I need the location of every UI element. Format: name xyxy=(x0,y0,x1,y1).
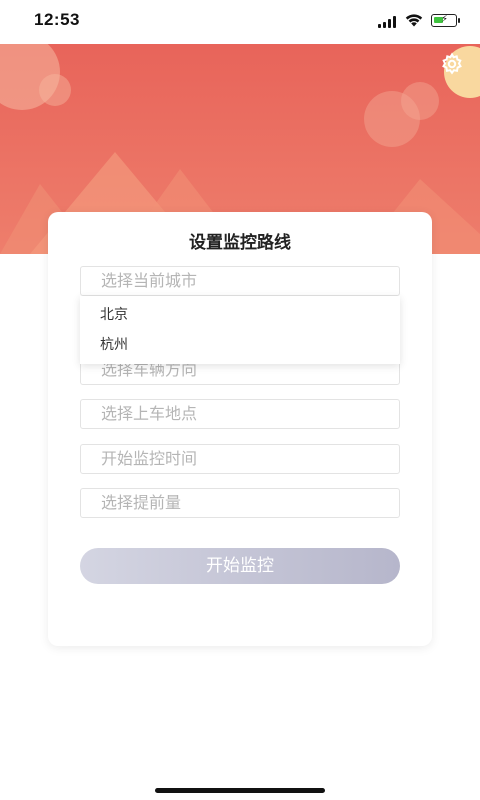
gear-icon[interactable] xyxy=(440,52,464,76)
monitor-time-select[interactable]: 开始监控时间 xyxy=(80,444,400,474)
wifi-icon xyxy=(405,14,423,27)
pickup-location-select[interactable]: 选择上车地点 xyxy=(80,399,400,429)
battery-icon: ⚡ xyxy=(431,14,460,27)
city-select[interactable]: 选择当前城市 xyxy=(80,266,400,296)
cellular-signal-icon xyxy=(378,16,398,28)
city-option-beijing[interactable]: 北京 xyxy=(80,300,400,330)
start-monitor-button[interactable]: 开始监控 xyxy=(80,548,400,584)
city-dropdown: 北京 杭州 xyxy=(80,296,400,364)
card-title: 设置监控路线 xyxy=(189,233,291,253)
status-time: 12:53 xyxy=(34,10,80,29)
route-settings-card: 设置监控路线 选择当前城市 北京 杭州 选择车辆方向 选择上车地点 开始监控时间… xyxy=(48,212,432,646)
city-option-hangzhou[interactable]: 杭州 xyxy=(80,330,400,360)
status-bar: 12:53 ⚡ xyxy=(0,0,480,44)
advance-amount-select[interactable]: 选择提前量 xyxy=(80,488,400,518)
home-indicator xyxy=(155,788,325,793)
